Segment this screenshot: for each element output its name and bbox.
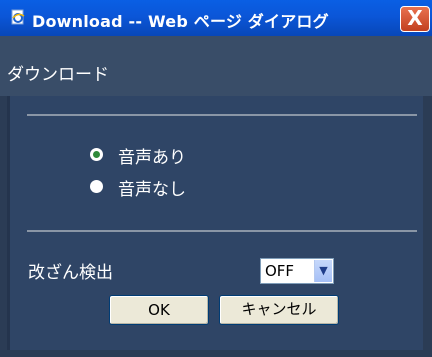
cancel-button[interactable]: キャンセル: [219, 295, 339, 325]
tamper-detection-value: OFF: [265, 262, 295, 280]
close-button[interactable]: X: [400, 6, 430, 32]
radio-audio-off-label: 音声なし: [118, 180, 186, 200]
page-header: ダウンロード: [0, 36, 432, 96]
radio-selected-icon[interactable]: [90, 148, 103, 161]
middle-divider: [27, 230, 417, 232]
tamper-detection-label: 改ざん検出: [28, 263, 113, 283]
page-title: ダウンロード: [7, 65, 109, 85]
radio-unselected-icon[interactable]: [90, 180, 103, 193]
ie-page-icon: [11, 9, 25, 25]
close-icon: X: [407, 6, 423, 30]
dialog-window: Download -- Web ページ ダイアログ X ダウンロード 音声あり …: [0, 0, 432, 357]
window-title: Download -- Web ページ ダイアログ: [32, 12, 329, 31]
tamper-detection-select[interactable]: OFF ▼: [260, 258, 334, 284]
content-edge: [7, 96, 10, 350]
radio-audio-on-label: 音声あり: [118, 148, 186, 168]
ok-button[interactable]: OK: [109, 295, 209, 325]
title-bar[interactable]: Download -- Web ページ ダイアログ X: [0, 0, 432, 36]
dialog-content: 音声あり 音声なし: [7, 96, 423, 350]
chevron-down-icon[interactable]: ▼: [314, 260, 332, 282]
top-divider: [27, 114, 417, 116]
